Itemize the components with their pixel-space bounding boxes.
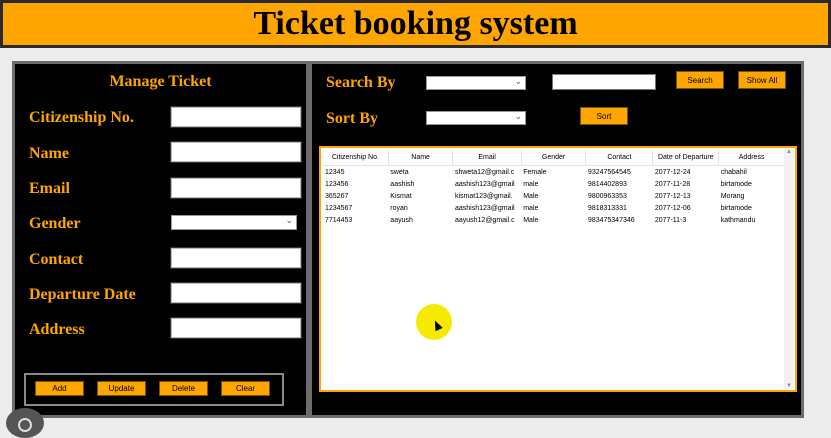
action-button-group: Add Update Delete Clear	[24, 373, 284, 406]
chevron-down-icon: ⌄	[514, 76, 522, 86]
table-cell: shweta12@gmail.c	[454, 168, 515, 176]
sort-by-label: Sort By	[326, 110, 378, 127]
name-input[interactable]	[170, 141, 302, 163]
column-header[interactable]: Gender	[521, 150, 587, 166]
update-button[interactable]: Update	[97, 381, 146, 396]
manage-ticket-heading: Manage Ticket	[109, 73, 212, 90]
column-header[interactable]: Contact	[585, 150, 654, 166]
table-cell: birtamode	[720, 204, 752, 212]
email-input[interactable]	[170, 177, 302, 199]
table-cell: 2077-11-28	[654, 180, 691, 188]
table-cell: 2077-12-06	[654, 204, 691, 212]
name-label: Name	[29, 145, 69, 162]
search-input[interactable]	[551, 73, 657, 91]
scroll-down-icon[interactable]: ▼	[784, 383, 794, 389]
table-cell: 9818313331	[587, 204, 627, 212]
table-row[interactable]: 1234567 royan aashish123@gmail male 9818…	[323, 202, 785, 214]
ticket-table: Citizenship No. Name Email Gender Contac…	[323, 150, 785, 226]
manage-ticket-panel: Manage Ticket Citizenship No. Name Email…	[12, 61, 309, 418]
app-title: Ticket booking system	[253, 5, 578, 42]
table-cell: Female	[523, 168, 547, 176]
table-cell: 2077-11-3	[654, 216, 687, 224]
table-cell: aashish123@gmail	[454, 204, 515, 212]
address-input[interactable]	[170, 317, 302, 339]
column-header[interactable]: Citizenship No.	[323, 150, 389, 166]
sort-button[interactable]: Sort	[580, 107, 628, 125]
column-header[interactable]: Name	[388, 150, 454, 166]
table-row[interactable]: 365267 Kismat kismat123@gmail. Male 9800…	[323, 190, 785, 202]
table-row[interactable]: 12345 sweta shweta12@gmail.c Female 9324…	[323, 166, 785, 179]
clear-button[interactable]: Clear	[221, 381, 270, 396]
table-cell: male	[523, 204, 539, 212]
table-cell: Morang	[720, 192, 745, 200]
table-cell: Male	[523, 216, 539, 224]
delete-button[interactable]: Delete	[159, 381, 208, 396]
table-row[interactable]: 7714453 aayush aayush12@gmail.c Male 983…	[323, 214, 785, 226]
table-cell: Male	[523, 192, 539, 200]
sort-by-select[interactable]: ⌄	[426, 111, 526, 125]
table-cell: 1234567	[325, 204, 353, 212]
table-cell: birtamode	[720, 180, 752, 188]
contact-input[interactable]	[170, 247, 302, 269]
address-label: Address	[29, 321, 85, 338]
email-label: Email	[29, 180, 70, 197]
citizenship-input[interactable]	[170, 106, 302, 128]
table-cell: 93247564545	[587, 168, 631, 176]
table-cell: 9800963353	[587, 192, 627, 200]
table-cell: aashish123@gmail	[454, 180, 515, 188]
table-cell: 7714453	[325, 216, 353, 224]
table-cell: Kismat	[390, 192, 412, 200]
chevron-down-icon: ⌄	[285, 215, 293, 225]
departure-date-input[interactable]	[170, 282, 302, 304]
search-button[interactable]: Search	[676, 71, 724, 89]
gender-select[interactable]: ⌄	[171, 215, 297, 230]
citizenship-label: Citizenship No.	[29, 109, 134, 126]
column-header[interactable]: Email	[452, 150, 522, 166]
contact-label: Contact	[29, 251, 84, 268]
departure-date-label: Departure Date	[29, 286, 136, 303]
table-cell: 12345	[325, 168, 345, 176]
table-cell: kismat123@gmail.	[454, 192, 513, 200]
scroll-up-icon[interactable]: ▲	[784, 149, 794, 155]
table-cell: kathmandu	[720, 216, 756, 224]
table-header-row: Citizenship No. Name Email Gender Contac…	[323, 150, 785, 166]
table-cell: chabahil	[720, 168, 747, 176]
search-by-select[interactable]: ⌄	[426, 76, 526, 90]
table-cell: 2077-12-24	[654, 168, 691, 176]
column-header[interactable]: Address	[718, 150, 785, 166]
table-cell: 365267	[325, 192, 349, 200]
table-cell: 9814402893	[587, 180, 627, 188]
table-cell: 123456	[325, 180, 349, 188]
add-button[interactable]: Add	[35, 381, 84, 396]
search-panel: Search By ⌄ Search Show All Sort By ⌄ So…	[309, 61, 804, 418]
ticket-data-grid[interactable]: Citizenship No. Name Email Gender Contac…	[319, 146, 797, 392]
column-header[interactable]: Date of Departure	[652, 150, 720, 166]
gender-label: Gender	[29, 215, 81, 232]
table-cell: 983475347346	[587, 216, 635, 224]
search-by-label: Search By	[326, 74, 396, 91]
table-cell: aayush	[390, 216, 413, 224]
table-cell: 2077-12-13	[654, 192, 691, 200]
show-all-button[interactable]: Show All	[738, 71, 786, 89]
table-cell: royan	[390, 204, 408, 212]
table-cell: aayush12@gmail.c	[454, 216, 515, 224]
table-cell: male	[523, 180, 539, 188]
camera-lens-icon[interactable]	[6, 408, 44, 438]
table-cell: sweta	[390, 168, 409, 176]
title-bar: Ticket booking system	[0, 0, 831, 48]
chevron-down-icon: ⌄	[514, 111, 522, 121]
vertical-scrollbar[interactable]: ▲ ▼	[784, 149, 794, 389]
table-row[interactable]: 123456 aashish aashish123@gmail male 981…	[323, 178, 785, 190]
table-cell: aashish	[390, 180, 415, 188]
